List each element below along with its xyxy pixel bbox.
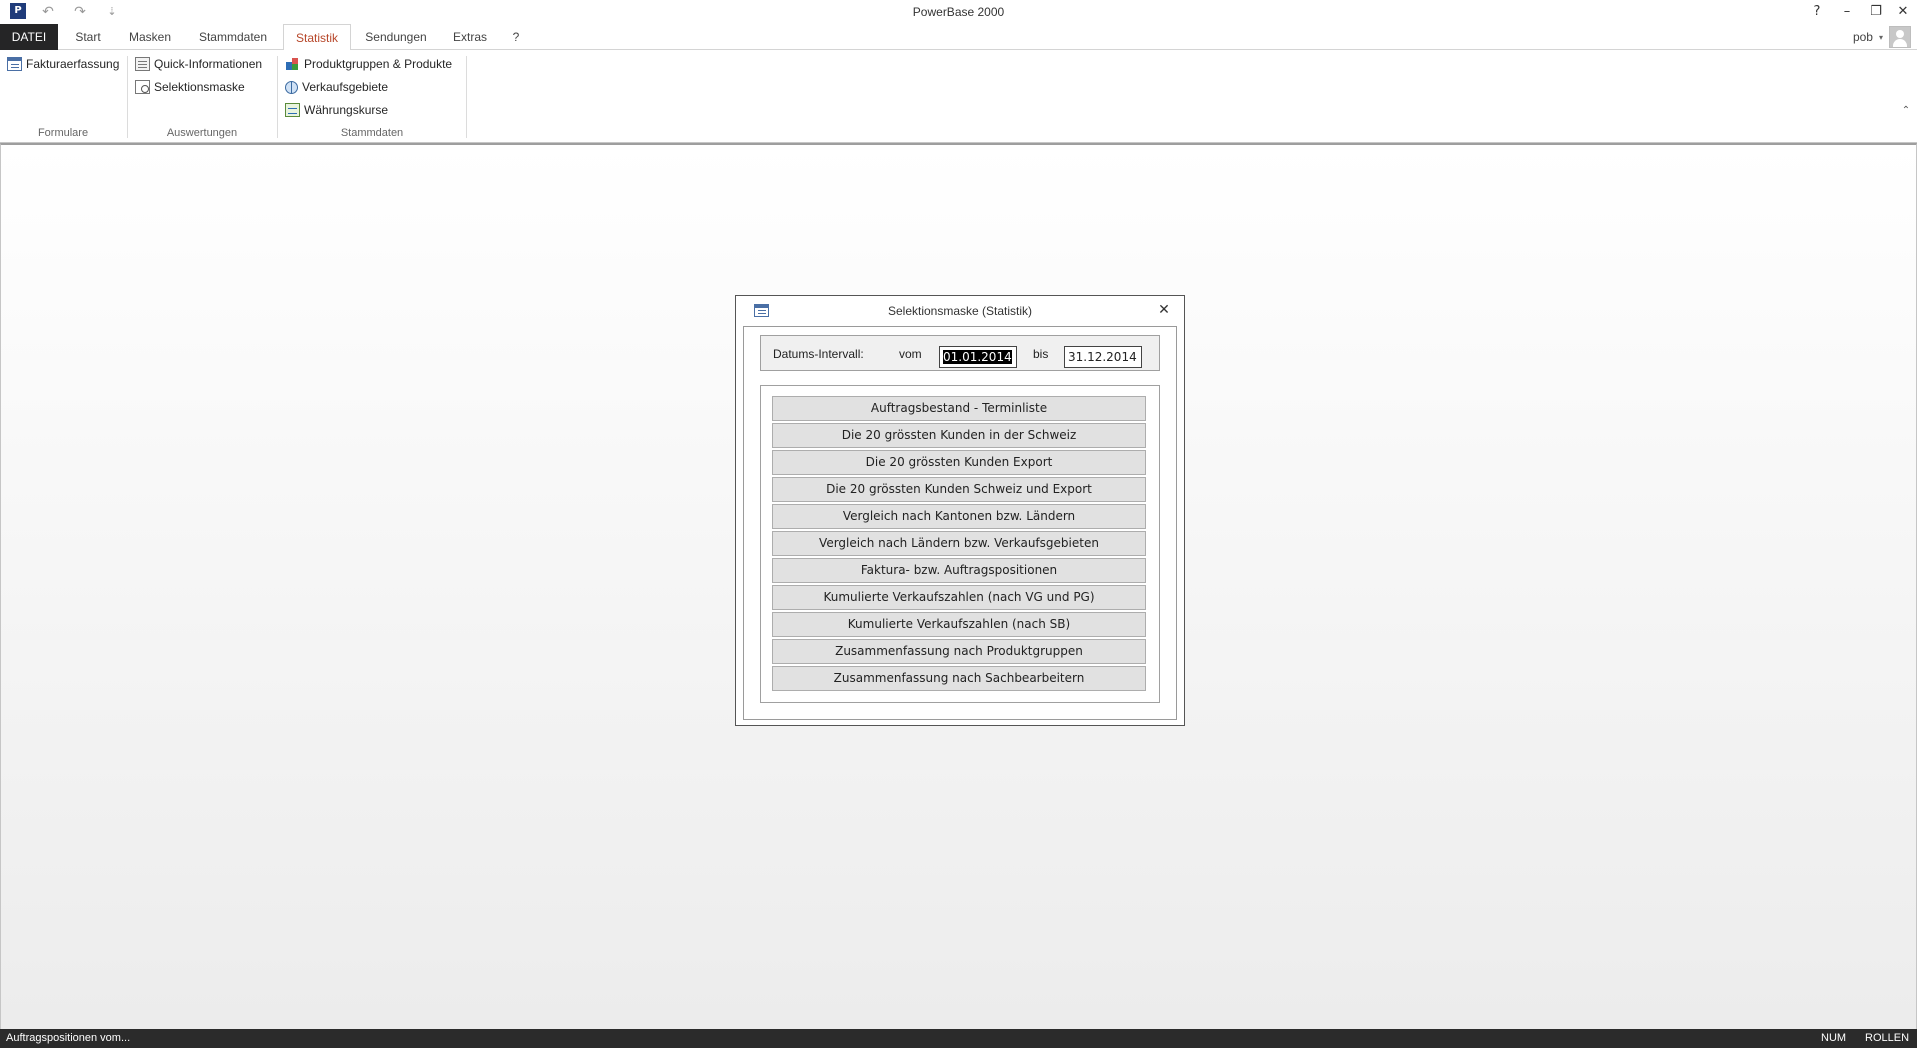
customize-quick-access-icon[interactable]: ⇣ bbox=[100, 2, 124, 22]
group-label-formulare: Formulare bbox=[37, 127, 89, 139]
avatar[interactable] bbox=[1889, 26, 1911, 48]
ribbon-group-auswertungen: Quick-Informationen Selektionsmaske Ausw… bbox=[128, 50, 276, 143]
globe-icon bbox=[285, 80, 298, 94]
group-label-auswertungen: Auswertungen bbox=[166, 127, 238, 139]
quick-info-icon bbox=[135, 57, 150, 71]
tab-stammdaten[interactable]: Stammdaten bbox=[192, 24, 274, 50]
app-logo-icon: P bbox=[10, 3, 26, 19]
ribbon-group-formulare: Fakturaerfassung Formulare bbox=[0, 50, 126, 143]
ribbon-group-stammdaten: Produktgruppen & Produkte Verkaufsgebiet… bbox=[278, 50, 466, 143]
ribbon-item-waehrungskurse[interactable]: Währungskurse bbox=[285, 100, 388, 120]
report-button-auftragspositionen[interactable]: Faktura- bzw. Auftragspositionen bbox=[772, 558, 1146, 583]
redo-icon[interactable]: ↷ bbox=[68, 2, 92, 22]
to-date-field[interactable]: 31.12.2014 bbox=[1064, 346, 1142, 368]
user-name[interactable]: pob bbox=[1853, 30, 1873, 44]
selection-mask-dialog: Selektionsmaske (Statistik) ✕ Datums-Int… bbox=[735, 295, 1185, 726]
ribbon-item-label: Produktgruppen & Produkte bbox=[304, 57, 453, 71]
ribbon-tab-bar: DATEI Start Masken Stammdaten Statistik … bbox=[0, 24, 1917, 51]
tab-extras[interactable]: Extras bbox=[446, 24, 494, 50]
tab-sendungen[interactable]: Sendungen bbox=[360, 24, 432, 50]
restore-button[interactable]: ❐ bbox=[1861, 0, 1891, 24]
selection-mask-icon bbox=[135, 80, 150, 94]
tab-datei[interactable]: DATEI bbox=[0, 24, 58, 50]
dialog-title-bar[interactable]: Selektionsmaske (Statistik) ✕ bbox=[736, 296, 1184, 326]
product-groups-icon bbox=[285, 57, 300, 71]
undo-icon[interactable]: ↶ bbox=[36, 2, 60, 22]
report-button-laender-verkaufsgebiete[interactable]: Vergleich nach Ländern bzw. Verkaufsgebi… bbox=[772, 531, 1146, 556]
ribbon: Fakturaerfassung Formulare Quick-Informa… bbox=[0, 50, 1917, 143]
ribbon-item-label: Verkaufsgebiete bbox=[302, 80, 389, 94]
date-interval-label: Datums-Intervall: bbox=[773, 347, 864, 361]
minimize-button[interactable]: – bbox=[1832, 0, 1862, 24]
from-date-value[interactable]: 01.01.2014 bbox=[943, 350, 1012, 364]
group-label-stammdaten: Stammdaten bbox=[340, 127, 404, 139]
tab-help[interactable]: ? bbox=[504, 24, 528, 50]
help-button[interactable]: ? bbox=[1802, 0, 1832, 24]
tab-start[interactable]: Start bbox=[68, 24, 108, 50]
user-account[interactable]: pob ▾ bbox=[1853, 24, 1911, 50]
currency-icon bbox=[285, 103, 300, 117]
scroll-lock-indicator: ROLLEN bbox=[1865, 1032, 1910, 1044]
ribbon-item-label: Währungskurse bbox=[304, 103, 389, 117]
tab-statistik[interactable]: Statistik bbox=[283, 24, 351, 51]
report-button-terminliste[interactable]: Auftragsbestand - Terminliste bbox=[772, 396, 1146, 421]
ribbon-item-label: Quick-Informationen bbox=[154, 57, 263, 71]
report-button-kumuliert-vg-pg[interactable]: Kumulierte Verkaufszahlen (nach VG und P… bbox=[772, 585, 1146, 610]
report-button-produktgruppen[interactable]: Zusammenfassung nach Produktgruppen bbox=[772, 639, 1146, 664]
report-button-top20-export[interactable]: Die 20 grössten Kunden Export bbox=[772, 450, 1146, 475]
date-interval-panel: Datums-Intervall: vom 01.01.2014 bis 31.… bbox=[760, 335, 1160, 371]
to-date-value[interactable]: 31.12.2014 bbox=[1068, 350, 1137, 364]
form-icon bbox=[7, 57, 22, 71]
ribbon-item-fakturaerfassung[interactable]: Fakturaerfassung bbox=[7, 54, 119, 74]
report-button-kumuliert-sb[interactable]: Kumulierte Verkaufszahlen (nach SB) bbox=[772, 612, 1146, 637]
from-label: vom bbox=[899, 347, 922, 361]
report-button-top20-schweiz[interactable]: Die 20 grössten Kunden in der Schweiz bbox=[772, 423, 1146, 448]
ribbon-item-selektionsmaske[interactable]: Selektionsmaske bbox=[135, 77, 245, 97]
num-lock-indicator: NUM bbox=[1821, 1032, 1847, 1044]
ribbon-item-label: Fakturaerfassung bbox=[26, 57, 120, 71]
status-text: Auftragspositionen vom... bbox=[6, 1032, 131, 1044]
report-button-sachbearbeiter[interactable]: Zusammenfassung nach Sachbearbeitern bbox=[772, 666, 1146, 691]
dialog-close-button[interactable]: ✕ bbox=[1154, 300, 1174, 320]
ribbon-item-label: Selektionsmaske bbox=[154, 80, 245, 94]
dialog-body: Datums-Intervall: vom 01.01.2014 bis 31.… bbox=[743, 326, 1177, 720]
report-buttons-panel: Auftragsbestand - Terminliste Die 20 grö… bbox=[760, 385, 1160, 703]
window-title: PowerBase 2000 bbox=[912, 5, 1005, 19]
tab-masken[interactable]: Masken bbox=[122, 24, 178, 50]
from-date-field[interactable]: 01.01.2014 bbox=[939, 346, 1017, 368]
ribbon-item-quick-informationen[interactable]: Quick-Informationen bbox=[135, 54, 262, 74]
to-label: bis bbox=[1033, 347, 1049, 361]
status-bar: Auftragspositionen vom... NUM ROLLEN bbox=[0, 1029, 1917, 1048]
chevron-down-icon[interactable]: ▾ bbox=[1879, 33, 1883, 42]
dialog-title: Selektionsmaske (Statistik) bbox=[887, 304, 1033, 318]
ribbon-item-produktgruppen[interactable]: Produktgruppen & Produkte bbox=[285, 54, 452, 74]
report-button-top20-schweiz-export[interactable]: Die 20 grössten Kunden Schweiz und Expor… bbox=[772, 477, 1146, 502]
ribbon-item-verkaufsgebiete[interactable]: Verkaufsgebiete bbox=[285, 77, 388, 97]
close-window-button[interactable]: ✕ bbox=[1888, 0, 1917, 24]
group-divider bbox=[466, 56, 467, 138]
report-button-kantone-laender[interactable]: Vergleich nach Kantonen bzw. Ländern bbox=[772, 504, 1146, 529]
collapse-ribbon-icon[interactable]: ⌃ bbox=[1899, 104, 1913, 118]
title-bar: P ↶ ↷ ⇣ PowerBase 2000 ? – ❐ ✕ bbox=[0, 0, 1917, 24]
